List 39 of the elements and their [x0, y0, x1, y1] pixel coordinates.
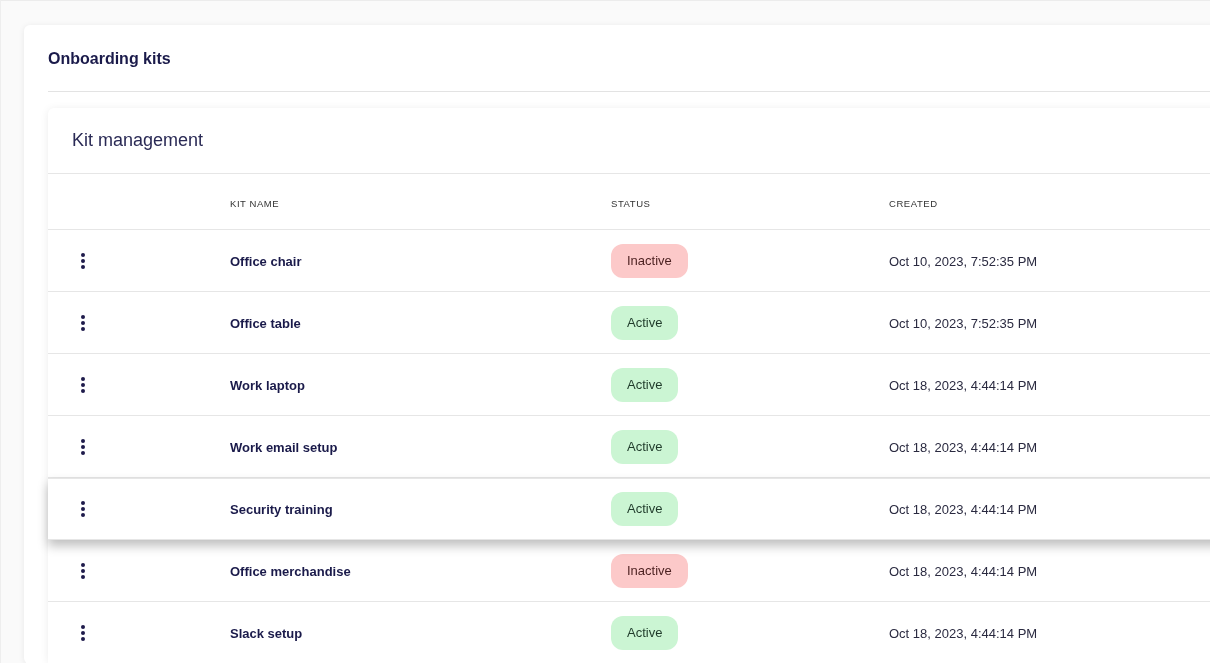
table-row[interactable]: Work email setup Active Oct 18, 2023, 4:44:14 PM — [48, 416, 1210, 478]
status-badge: Active — [611, 615, 679, 650]
more-options-icon[interactable] — [79, 437, 87, 456]
section-title: Onboarding kits — [48, 50, 171, 67]
created-date: Oct 18, 2023, 4:44:14 PM — [889, 439, 1038, 455]
column-header: STATUS — [611, 197, 651, 209]
more-options-icon[interactable] — [79, 561, 87, 580]
raised-table-row[interactable]: Security training Active Oct 18, 2023, 4:44:14 PM — [48, 478, 1210, 540]
kit-name: Work laptop — [230, 377, 305, 393]
status-badge: Active — [611, 305, 679, 340]
created-date: Oct 18, 2023, 4:44:14 PM — [889, 563, 1038, 579]
kit-name: Office merchandise — [230, 563, 351, 579]
created-date: Oct 18, 2023, 4:44:14 PM — [889, 625, 1038, 641]
more-options-icon[interactable] — [79, 251, 87, 270]
card-title: Kit management — [72, 129, 204, 152]
kit-name: Security training — [230, 502, 333, 517]
table-row[interactable]: Office chair Inactive Oct 10, 2023, 7:52:35 PM — [48, 230, 1210, 292]
more-options-icon[interactable] — [79, 500, 87, 518]
column-header: CREATED — [889, 197, 938, 209]
kit-name: Work email setup — [230, 439, 338, 455]
column-header: KIT NAME — [230, 197, 280, 209]
status-badge: Inactive — [611, 243, 688, 278]
kit-name: Office table — [230, 315, 301, 331]
created-date: Oct 10, 2023, 7:52:35 PM — [889, 253, 1038, 269]
more-options-icon[interactable] — [79, 375, 87, 394]
table-row[interactable]: Work laptop Active Oct 18, 2023, 4:44:14 PM — [48, 354, 1210, 416]
status-badge: Inactive — [611, 553, 688, 588]
kit-name: Office chair — [230, 253, 302, 269]
kit-name: Slack setup — [230, 625, 303, 641]
status-badge: Active — [611, 429, 679, 464]
status-badge: Active — [611, 492, 679, 526]
more-options-icon[interactable] — [79, 313, 87, 332]
created-date: Oct 18, 2023, 4:44:14 PM — [889, 502, 1038, 517]
more-options-icon[interactable] — [79, 623, 87, 642]
status-badge: Active — [611, 367, 679, 402]
created-date: Oct 10, 2023, 7:52:35 PM — [889, 315, 1038, 331]
table-row[interactable]: Office merchandise Inactive Oct 18, 2023, 4:44:14 PM — [48, 540, 1210, 602]
created-date: Oct 18, 2023, 4:44:14 PM — [889, 377, 1038, 393]
table-row[interactable]: Office table Active Oct 10, 2023, 7:52:35 PM — [48, 292, 1210, 354]
